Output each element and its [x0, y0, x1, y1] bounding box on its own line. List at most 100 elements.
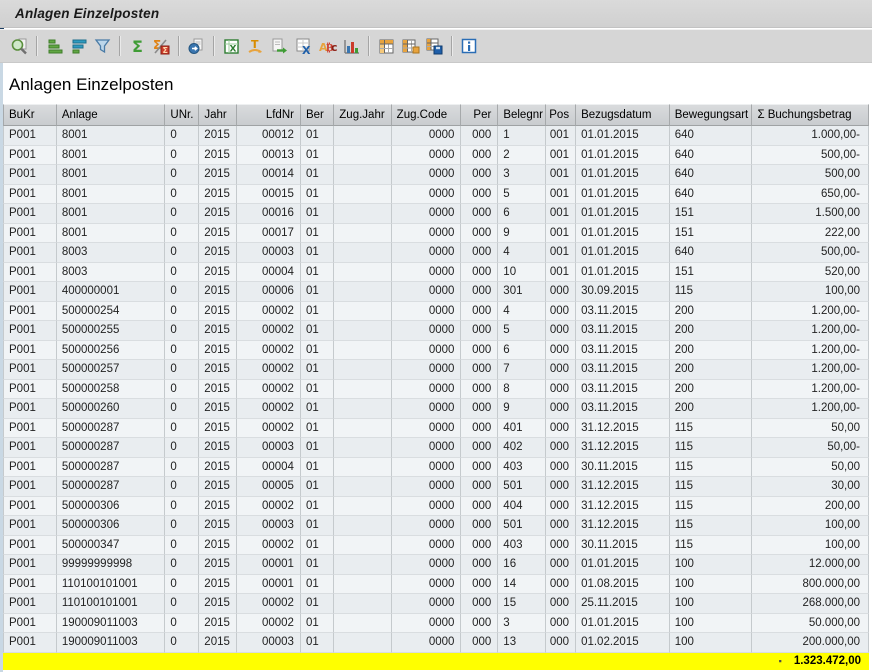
- cell-lfdnr[interactable]: 00003: [237, 243, 301, 263]
- cell-lfdnr[interactable]: 00002: [237, 302, 301, 322]
- cell-jahr[interactable]: 2015: [199, 360, 237, 380]
- cell-bezugsdatum[interactable]: 03.11.2015: [576, 321, 670, 341]
- cell-buchungsbetrag[interactable]: 1.200,00-: [752, 360, 869, 380]
- cell-zugcode[interactable]: 0000: [392, 438, 462, 458]
- cell-zugcode[interactable]: 0000: [392, 185, 462, 205]
- cell-zugcode[interactable]: 0000: [392, 633, 462, 653]
- cell-per[interactable]: 000: [461, 555, 498, 575]
- cell-lfdnr[interactable]: 00014: [237, 165, 301, 185]
- cell-bewegungsart[interactable]: 115: [670, 516, 753, 536]
- col-header-lfdnr[interactable]: LfdNr: [237, 104, 301, 126]
- cell-buchungsbetrag[interactable]: 50,00: [752, 458, 869, 478]
- cell-ber[interactable]: 01: [301, 614, 334, 634]
- cell-belegnr[interactable]: 501: [498, 516, 546, 536]
- cell-buchungsbetrag[interactable]: 1.500,00: [752, 204, 869, 224]
- cell-lfdnr[interactable]: 00002: [237, 497, 301, 517]
- cell-unr[interactable]: 0: [165, 419, 199, 439]
- cell-lfdnr[interactable]: 00012: [237, 126, 301, 146]
- cell-anlage[interactable]: 500000260: [57, 399, 166, 419]
- cell-pos[interactable]: 000: [546, 458, 576, 478]
- cell-zugjahr[interactable]: [334, 165, 392, 185]
- cell-jahr[interactable]: 2015: [199, 165, 237, 185]
- cell-zugjahr[interactable]: [334, 516, 392, 536]
- col-header-belegnr[interactable]: Belegnr: [498, 104, 546, 126]
- cell-pos[interactable]: 000: [546, 614, 576, 634]
- cell-pos[interactable]: 000: [546, 282, 576, 302]
- cell-bukr[interactable]: P001: [3, 360, 57, 380]
- cell-belegnr[interactable]: 6: [498, 341, 546, 361]
- export-excel-button[interactable]: X: [219, 34, 243, 58]
- cell-bezugsdatum[interactable]: 25.11.2015: [576, 594, 670, 614]
- cell-bukr[interactable]: P001: [3, 282, 57, 302]
- cell-unr[interactable]: 0: [165, 614, 199, 634]
- cell-pos[interactable]: 000: [546, 516, 576, 536]
- cell-lfdnr[interactable]: 00002: [237, 380, 301, 400]
- cell-anlage[interactable]: 190009011003: [57, 633, 166, 653]
- cell-zugcode[interactable]: 0000: [392, 204, 462, 224]
- cell-belegnr[interactable]: 301: [498, 282, 546, 302]
- cell-belegnr[interactable]: 9: [498, 399, 546, 419]
- cell-zugcode[interactable]: 0000: [392, 282, 462, 302]
- cell-unr[interactable]: 0: [165, 302, 199, 322]
- cell-jahr[interactable]: 2015: [199, 419, 237, 439]
- cell-ber[interactable]: 01: [301, 497, 334, 517]
- cell-jahr[interactable]: 2015: [199, 497, 237, 517]
- local-file-button[interactable]: X: [291, 34, 315, 58]
- cell-ber[interactable]: 01: [301, 243, 334, 263]
- cell-per[interactable]: 000: [461, 341, 498, 361]
- cell-ber[interactable]: 01: [301, 380, 334, 400]
- cell-unr[interactable]: 0: [165, 185, 199, 205]
- cell-ber[interactable]: 01: [301, 458, 334, 478]
- cell-unr[interactable]: 0: [165, 633, 199, 653]
- cell-unr[interactable]: 0: [165, 360, 199, 380]
- cell-bukr[interactable]: P001: [3, 224, 57, 244]
- cell-belegnr[interactable]: 5: [498, 321, 546, 341]
- cell-zugcode[interactable]: 0000: [392, 380, 462, 400]
- cell-zugjahr[interactable]: [334, 302, 392, 322]
- cell-zugcode[interactable]: 0000: [392, 341, 462, 361]
- cell-lfdnr[interactable]: 00005: [237, 477, 301, 497]
- cell-pos[interactable]: 000: [546, 477, 576, 497]
- cell-zugjahr[interactable]: [334, 555, 392, 575]
- cell-bewegungsart[interactable]: 115: [670, 282, 753, 302]
- cell-belegnr[interactable]: 403: [498, 458, 546, 478]
- cell-ber[interactable]: 01: [301, 360, 334, 380]
- cell-pos[interactable]: 001: [546, 263, 576, 283]
- cell-bewegungsart[interactable]: 115: [670, 458, 753, 478]
- cell-per[interactable]: 000: [461, 536, 498, 556]
- cell-belegnr[interactable]: 402: [498, 438, 546, 458]
- cell-bezugsdatum[interactable]: 31.12.2015: [576, 497, 670, 517]
- cell-bewegungsart[interactable]: 640: [670, 146, 753, 166]
- cell-bukr[interactable]: P001: [3, 165, 57, 185]
- cell-unr[interactable]: 0: [165, 555, 199, 575]
- export-file-button[interactable]: [267, 34, 291, 58]
- cell-per[interactable]: 000: [461, 243, 498, 263]
- cell-ber[interactable]: 01: [301, 633, 334, 653]
- cell-anlage[interactable]: 500000306: [57, 497, 166, 517]
- save-layout-button[interactable]: [422, 34, 446, 58]
- cell-bewegungsart[interactable]: 640: [670, 185, 753, 205]
- cell-anlage[interactable]: 110100101001: [57, 575, 166, 595]
- cell-unr[interactable]: 0: [165, 243, 199, 263]
- cell-per[interactable]: 000: [461, 477, 498, 497]
- cell-pos[interactable]: 000: [546, 399, 576, 419]
- cell-pos[interactable]: 000: [546, 536, 576, 556]
- cell-per[interactable]: 000: [461, 516, 498, 536]
- cell-buchungsbetrag[interactable]: 1.200,00-: [752, 321, 869, 341]
- cell-bezugsdatum[interactable]: 01.01.2015: [576, 224, 670, 244]
- cell-zugcode[interactable]: 0000: [392, 321, 462, 341]
- cell-unr[interactable]: 0: [165, 282, 199, 302]
- cell-unr[interactable]: 0: [165, 341, 199, 361]
- cell-unr[interactable]: 0: [165, 438, 199, 458]
- cell-zugjahr[interactable]: [334, 536, 392, 556]
- cell-unr[interactable]: 0: [165, 516, 199, 536]
- info-button[interactable]: [457, 34, 481, 58]
- cell-ber[interactable]: 01: [301, 263, 334, 283]
- cell-zugjahr[interactable]: [334, 633, 392, 653]
- cell-zugcode[interactable]: 0000: [392, 477, 462, 497]
- cell-zugjahr[interactable]: [334, 419, 392, 439]
- cell-bewegungsart[interactable]: 200: [670, 360, 753, 380]
- cell-per[interactable]: 000: [461, 302, 498, 322]
- cell-belegnr[interactable]: 6: [498, 204, 546, 224]
- cell-pos[interactable]: 000: [546, 321, 576, 341]
